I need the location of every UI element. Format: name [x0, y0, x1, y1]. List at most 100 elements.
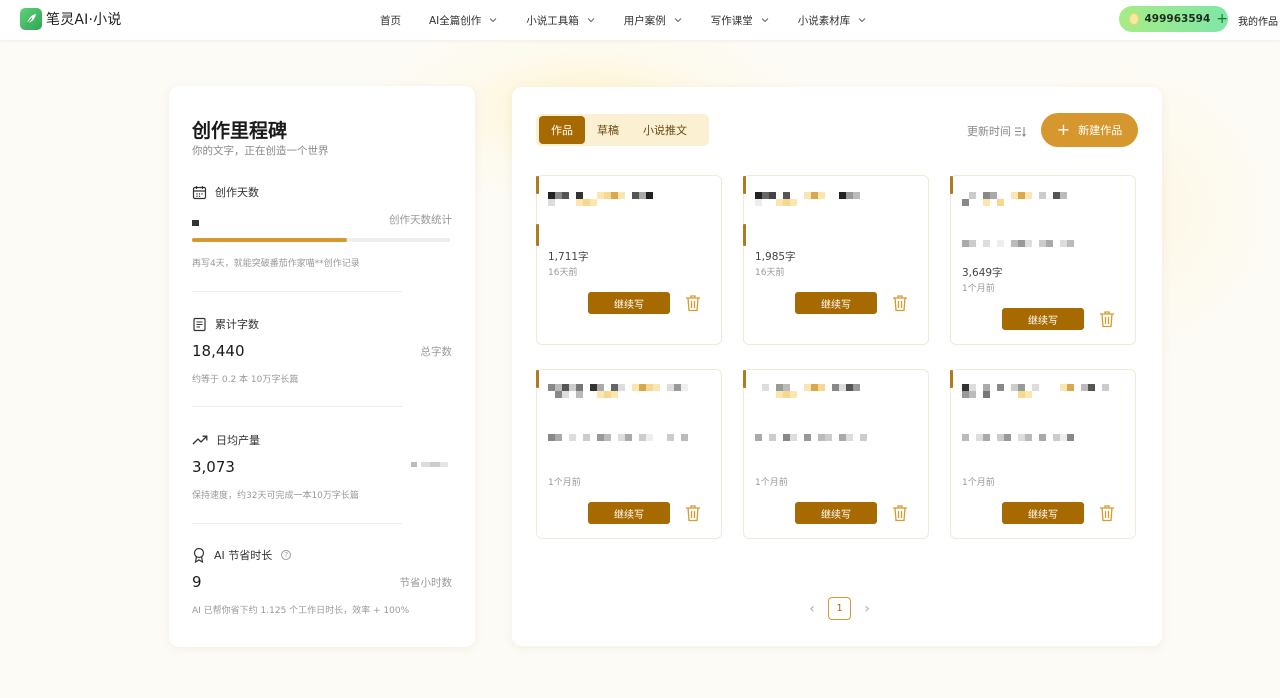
- card-accent-bar: [950, 370, 953, 388]
- nav-user-cases[interactable]: 用户案例: [624, 13, 683, 28]
- redacted-description: [962, 240, 1127, 247]
- continue-writing-button[interactable]: 继续写: [588, 292, 670, 314]
- chevron-down-icon: [489, 18, 497, 23]
- continue-writing-button[interactable]: 继续写: [1002, 308, 1084, 330]
- stat-ai-value: 9: [192, 573, 202, 591]
- balance-value: 499963594: [1144, 13, 1211, 25]
- redacted-title: [962, 192, 1072, 206]
- redacted-description: [962, 434, 1127, 441]
- prev-page-button[interactable]: ‹: [802, 601, 822, 617]
- coin-icon: [1129, 13, 1139, 25]
- stat-daily-note: 保持速度，约32天可完成一本10万字长篇: [192, 491, 359, 501]
- chevron-down-icon: [674, 18, 682, 23]
- card-updated-time: 1个月前: [548, 478, 581, 488]
- trash-icon[interactable]: [685, 504, 701, 522]
- card-word-count: 3,649字: [962, 267, 1003, 279]
- card-accent-bar: [536, 224, 539, 246]
- work-card[interactable]: 1个月前 继续写: [743, 369, 929, 539]
- main-nav: 首页 AI全篇创作 小说工具箱 用户案例 写作课堂 小说素材库: [380, 0, 895, 40]
- trash-icon[interactable]: [1099, 310, 1115, 328]
- daily-unit-redacted: [411, 462, 448, 467]
- nav-home-label: 首页: [380, 14, 401, 27]
- tab-novel-posts[interactable]: 小说推文: [631, 116, 699, 144]
- redacted-title: [548, 192, 658, 206]
- trash-icon[interactable]: [892, 294, 908, 312]
- stat-total-words: 累计字数 18,440 总字数 约等于 0.2 本 10万字长篇: [192, 316, 452, 386]
- redacted-description: [548, 434, 698, 448]
- stat-days-label: 创作天数: [215, 186, 259, 199]
- work-card[interactable]: 1个月前 继续写: [950, 369, 1136, 539]
- redacted-title: [548, 384, 698, 398]
- nav-toolbox[interactable]: 小说工具箱: [526, 13, 596, 28]
- next-page-button[interactable]: ›: [857, 601, 877, 617]
- chevron-down-icon: [761, 18, 769, 23]
- plus-icon: +: [1056, 120, 1071, 139]
- card-updated-time: 16天前: [755, 268, 785, 278]
- tab-works[interactable]: 作品: [539, 116, 585, 144]
- redacted-title: [755, 192, 865, 206]
- nav-home[interactable]: 首页: [380, 13, 401, 28]
- days-progress-fill: [192, 238, 347, 242]
- works-panel: 作品 草稿 小说推文 更新时间 + 新建作品 1,711字 16天前 继续写 1…: [512, 87, 1162, 646]
- work-card[interactable]: 1个月前 继续写: [536, 369, 722, 539]
- chevron-down-icon: [587, 18, 595, 23]
- continue-writing-button[interactable]: 继续写: [588, 502, 670, 524]
- card-word-count: 1,985字: [755, 251, 796, 263]
- continue-writing-button[interactable]: 继续写: [795, 292, 877, 314]
- pagination: ‹ 1 ›: [802, 597, 877, 620]
- logo[interactable]: 笔灵AI·小说: [20, 8, 122, 30]
- redacted-description: [755, 434, 905, 441]
- help-icon[interactable]: ?: [281, 550, 292, 560]
- sort-by-update-time[interactable]: 更新时间: [967, 123, 1026, 139]
- work-card[interactable]: 1,711字 16天前 继续写: [536, 175, 722, 345]
- recharge-plus-icon[interactable]: +: [1216, 12, 1228, 26]
- days-progress-bar: [192, 238, 450, 242]
- nav-toolbox-label: 小说工具箱: [526, 14, 579, 27]
- milestone-panel: 创作里程碑 你的文字，正在创造一个世界 创作天数 创作天数统计 再写4天，就能突…: [169, 86, 475, 647]
- stat-ai-note: AI 已帮你省下约 1.125 个工作日时长，效率 + 100%: [192, 606, 410, 616]
- top-header: 笔灵AI·小说 首页 AI全篇创作 小说工具箱 用户案例 写作课堂 小说素材库 …: [0, 0, 1280, 40]
- stat-ai-unit: 节省小时数: [399, 577, 453, 589]
- stat-ai-label: AI 节省时长: [214, 549, 273, 562]
- stat-words-unit: 总字数: [420, 346, 453, 358]
- days-value-redacted: [192, 220, 199, 226]
- new-work-button[interactable]: + 新建作品: [1041, 113, 1138, 147]
- stat-days-unit: 创作天数统计: [389, 214, 452, 226]
- continue-writing-button[interactable]: 继续写: [795, 502, 877, 524]
- stat-words-label: 累计字数: [215, 318, 259, 331]
- work-card[interactable]: 1,985字 16天前 继续写: [743, 175, 929, 345]
- card-accent-bar: [950, 176, 953, 194]
- trash-icon[interactable]: [1099, 504, 1115, 522]
- stat-words-value: 18,440: [192, 342, 245, 360]
- stat-daily-output: 日均产量 3,073 保持速度，约32天可完成一本10万字长篇: [192, 432, 452, 502]
- stat-daily-label: 日均产量: [216, 434, 260, 447]
- card-updated-time: 1个月前: [755, 478, 788, 488]
- tab-drafts[interactable]: 草稿: [585, 116, 631, 144]
- trash-icon[interactable]: [892, 504, 908, 522]
- card-accent-bar: [743, 224, 746, 246]
- my-works-link[interactable]: 我的作品: [1238, 13, 1278, 28]
- works-tabs: 作品 草稿 小说推文: [536, 114, 709, 146]
- work-card[interactable]: 3,649字 1个月前 继续写: [950, 175, 1136, 345]
- trending-up-icon: [192, 435, 208, 445]
- divider: [192, 523, 402, 524]
- award-icon: [193, 547, 205, 563]
- divider: [192, 406, 402, 407]
- nav-writing-class[interactable]: 写作课堂: [711, 13, 770, 28]
- calendar-icon: [192, 185, 207, 199]
- card-updated-time: 16天前: [548, 268, 578, 278]
- chevron-down-icon: [858, 18, 866, 23]
- card-accent-bar: [743, 370, 746, 388]
- page-1-button[interactable]: 1: [828, 597, 851, 620]
- balance-pill[interactable]: 499963594 +: [1119, 6, 1228, 32]
- nav-material-library[interactable]: 小说素材库: [798, 13, 868, 28]
- card-updated-time: 1个月前: [962, 284, 995, 294]
- sort-label: 更新时间: [967, 125, 1011, 138]
- continue-writing-button[interactable]: 继续写: [1002, 502, 1084, 524]
- nav-ai-full-creation[interactable]: AI全篇创作: [429, 13, 498, 28]
- document-icon: [193, 317, 206, 331]
- stat-daily-value: 3,073: [192, 458, 235, 476]
- trash-icon[interactable]: [685, 294, 701, 312]
- stat-words-note: 约等于 0.2 本 10万字长篇: [192, 375, 299, 385]
- stat-creation-days: 创作天数 创作天数统计 再写4天，就能突破番茄作家喵**创作记录: [192, 184, 452, 274]
